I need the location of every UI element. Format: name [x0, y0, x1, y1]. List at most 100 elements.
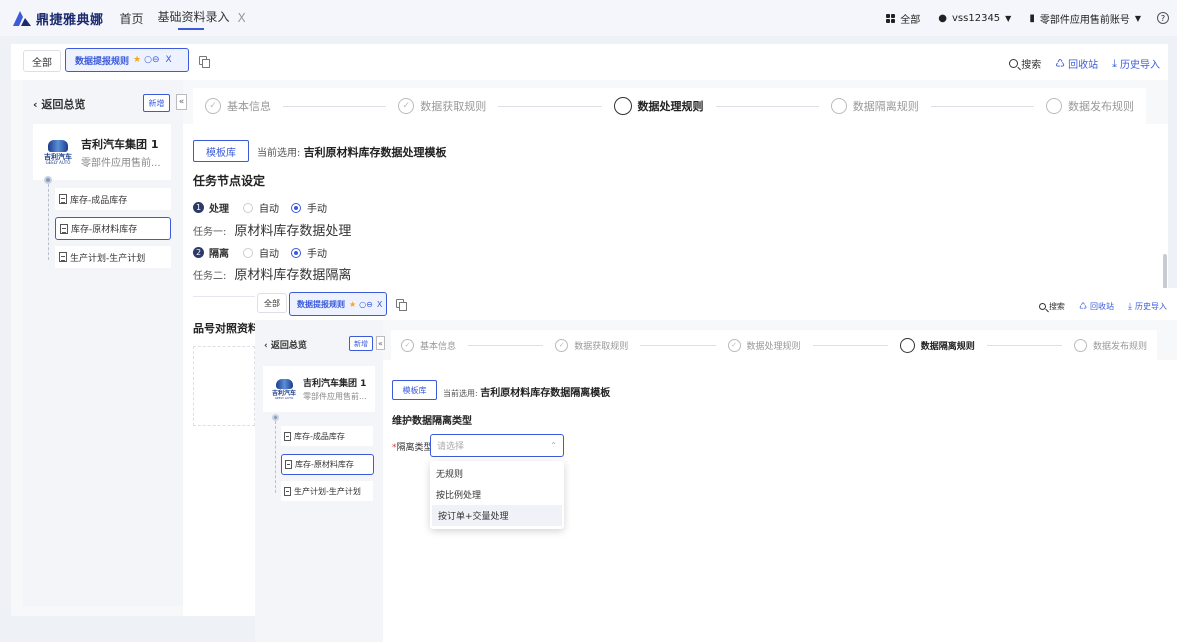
option-no-rule[interactable]: 无规则	[430, 463, 564, 484]
upload-area[interactable]	[193, 346, 255, 426]
tree-line	[275, 421, 276, 493]
tab-data-report-rules[interactable]: 数据提报规则 ★ ○⊖ X	[289, 292, 387, 316]
template-library-button[interactable]: 模板库	[193, 140, 249, 162]
panel-tools: 搜索 ♺ 回收站 ⤓ 历史导入	[995, 56, 1160, 71]
tree-line	[48, 184, 49, 260]
close-icon[interactable]: X	[166, 55, 172, 65]
radio-auto[interactable]: 自动	[243, 200, 279, 215]
search-icon	[1009, 59, 1019, 68]
node-label: 处理	[209, 204, 229, 215]
pending-step-icon	[1074, 338, 1087, 352]
current-template: 当前选用: 吉利原材料库存数据隔离模板	[443, 388, 611, 399]
front-panel: 全部 数据提报规则 ★ ○⊖ X 搜索 ♺ 回收站 ⤓ 历史导入 ‹ 返回总览 新增…	[255, 288, 1177, 642]
template-library-button[interactable]: 模板库	[392, 380, 437, 400]
front-content: 模板库 当前选用: 吉利原材料库存数据隔离模板 维护数据隔离类型 *隔离类型: …	[383, 360, 1177, 642]
node-process-row: 1 处理 自动 手动	[193, 200, 339, 215]
recycle-bin-button[interactable]: ♺ 回收站	[1055, 56, 1098, 71]
back-to-overview-link[interactable]: ‹ 返回总览	[264, 338, 307, 351]
step-data-publish[interactable]: 数据发布规则	[1074, 338, 1147, 352]
node-number-badge: 1	[193, 202, 204, 213]
history-import-button[interactable]: ⤓ 历史导入	[1128, 301, 1167, 312]
search-button[interactable]: 搜索	[1038, 301, 1065, 312]
step-data-process[interactable]: 数据处理规则	[613, 97, 704, 115]
chevron-down-icon: ▼	[1005, 13, 1012, 23]
radio-auto[interactable]: 自动	[243, 245, 279, 260]
task-two: 任务二: 原材料库存数据隔离	[193, 268, 352, 283]
tab-all[interactable]: 全部	[23, 50, 61, 72]
tab-row: 全部 数据提报规则 ★ ○⊖ X 搜索 ♺ 回收站 ⤓ 历史导入	[255, 288, 1177, 320]
collapse-icon[interactable]: «	[376, 336, 385, 350]
document-icon	[284, 486, 291, 496]
tab-data-report-rules[interactable]: 数据提报规则 ★ ○⊖ X	[65, 48, 189, 72]
step-basic-info[interactable]: ✓ 基本信息	[205, 98, 271, 114]
chevron-down-icon: ▼	[1134, 13, 1141, 23]
search-button[interactable]: 搜索	[1009, 56, 1041, 71]
nav-home[interactable]: 首页	[120, 10, 144, 27]
history-import-button[interactable]: ⤓ 历史导入	[1112, 56, 1160, 72]
app-logo[interactable]: 鼎捷雅典娜	[12, 9, 104, 28]
star-icon[interactable]: ★	[349, 300, 356, 309]
tree-item-raw-material-stock[interactable]: 库存-原材料库存	[281, 454, 374, 475]
step-data-fetch[interactable]: ✓ 数据获取规则	[555, 338, 628, 352]
top-bar: 鼎捷雅典娜 首页 基础资料录入 X 全部 ● vss12345 ▼ ▮ 零部件应…	[0, 0, 1177, 36]
step-data-isolation[interactable]: 数据隔离规则	[899, 337, 975, 353]
company-name: 吉利汽车集团 1	[81, 137, 159, 151]
help-icon[interactable]: ?	[1157, 12, 1169, 24]
refresh-icon[interactable]: ○⊖	[144, 55, 159, 65]
user-menu[interactable]: ● vss12345 ▼	[938, 13, 1011, 24]
tree-item-finished-stock[interactable]: 库存-成品库存	[55, 188, 171, 210]
all-apps-menu[interactable]: 全部	[886, 11, 920, 26]
tab-label: 数据提报规则	[297, 299, 345, 309]
company-card[interactable]: 吉利汽车 GEELY AUTO 吉利汽车集团 1 零部件应用售前...	[33, 124, 171, 180]
new-button[interactable]: 新增	[349, 336, 373, 351]
copy-icon[interactable]	[396, 299, 407, 311]
step-data-fetch[interactable]: ✓ 数据获取规则	[398, 98, 486, 114]
logo-text: 鼎捷雅典娜	[36, 12, 104, 28]
company-card[interactable]: 吉利汽车 GEELY AUTO 吉利汽车集团 1 零部件应用售前...	[263, 366, 375, 412]
building-icon: ▮	[1029, 12, 1035, 24]
collapse-icon[interactable]: «	[176, 94, 187, 110]
tree-item-finished-stock[interactable]: 库存-成品库存	[281, 426, 373, 446]
tab-row: 全部 数据提报规则 ★ ○⊖ X 搜索 ♺ 回收站 ⤓ 历史导入	[11, 44, 1168, 80]
recycle-bin-button[interactable]: ♺ 回收站	[1079, 301, 1114, 312]
close-icon[interactable]: X	[377, 300, 382, 309]
document-icon	[59, 252, 67, 262]
chevron-up-icon: ⌃	[550, 441, 557, 450]
tab-all[interactable]: 全部	[257, 293, 287, 313]
radio-manual[interactable]: 手动	[291, 200, 327, 215]
current-template: 当前选用: 吉利原材料库存数据处理模板	[257, 146, 447, 159]
step-data-process[interactable]: ✓ 数据处理规则	[727, 338, 801, 352]
step-data-publish[interactable]: 数据发布规则	[1046, 98, 1134, 114]
nav-base-data-entry[interactable]: 基础资料录入	[158, 8, 230, 30]
radio-manual[interactable]: 手动	[291, 245, 327, 260]
tree-item-production-plan[interactable]: 生产计划-生产计划	[55, 246, 171, 268]
check-circle-icon: ✓	[398, 98, 415, 114]
document-icon	[60, 223, 68, 234]
all-apps-label: 全部	[900, 14, 921, 26]
step-bar: ✓ 基本信息 ✓ 数据获取规则 ✓ 数据处理规则 数据隔离规则 数据发布规则	[391, 330, 1157, 360]
refresh-icon[interactable]: ○⊖	[359, 300, 373, 309]
section-title-task-nodes: 任务节点设定	[193, 174, 266, 188]
new-button[interactable]: 新增	[143, 94, 170, 112]
check-circle-icon: ✓	[205, 98, 221, 114]
star-icon[interactable]: ★	[133, 55, 141, 65]
isolation-type-select[interactable]: 请选择 ⌃	[430, 434, 564, 457]
current-step-icon	[899, 337, 915, 353]
step-basic-info[interactable]: ✓ 基本信息	[401, 338, 456, 352]
nav-close-icon[interactable]: X	[238, 11, 246, 25]
tree-item-raw-material-stock[interactable]: 库存-原材料库存	[55, 217, 171, 240]
tree-root-icon	[272, 414, 279, 421]
select-placeholder: 请选择	[437, 442, 465, 452]
option-by-ratio[interactable]: 按比例处理	[430, 484, 564, 505]
tree-item-production-plan[interactable]: 生产计划-生产计划	[281, 481, 373, 501]
account-menu[interactable]: ▮ 零部件应用售前账号 ▼	[1029, 11, 1141, 26]
copy-icon[interactable]	[199, 56, 210, 68]
back-to-overview-link[interactable]: ‹ 返回总览	[33, 96, 85, 112]
option-by-order-delivery[interactable]: 按订单+交量处理	[432, 505, 562, 526]
document-icon	[285, 460, 292, 469]
node-number-badge: 2	[193, 247, 204, 258]
download-icon: ⤓	[1112, 56, 1117, 70]
step-data-isolation[interactable]: 数据隔离规则	[830, 98, 919, 114]
step-bar: ✓ 基本信息 ✓ 数据获取规则 数据处理规则 数据隔离规则 数据发布规则	[193, 88, 1146, 124]
task-one: 任务一: 原材料库存数据处理	[193, 224, 352, 239]
